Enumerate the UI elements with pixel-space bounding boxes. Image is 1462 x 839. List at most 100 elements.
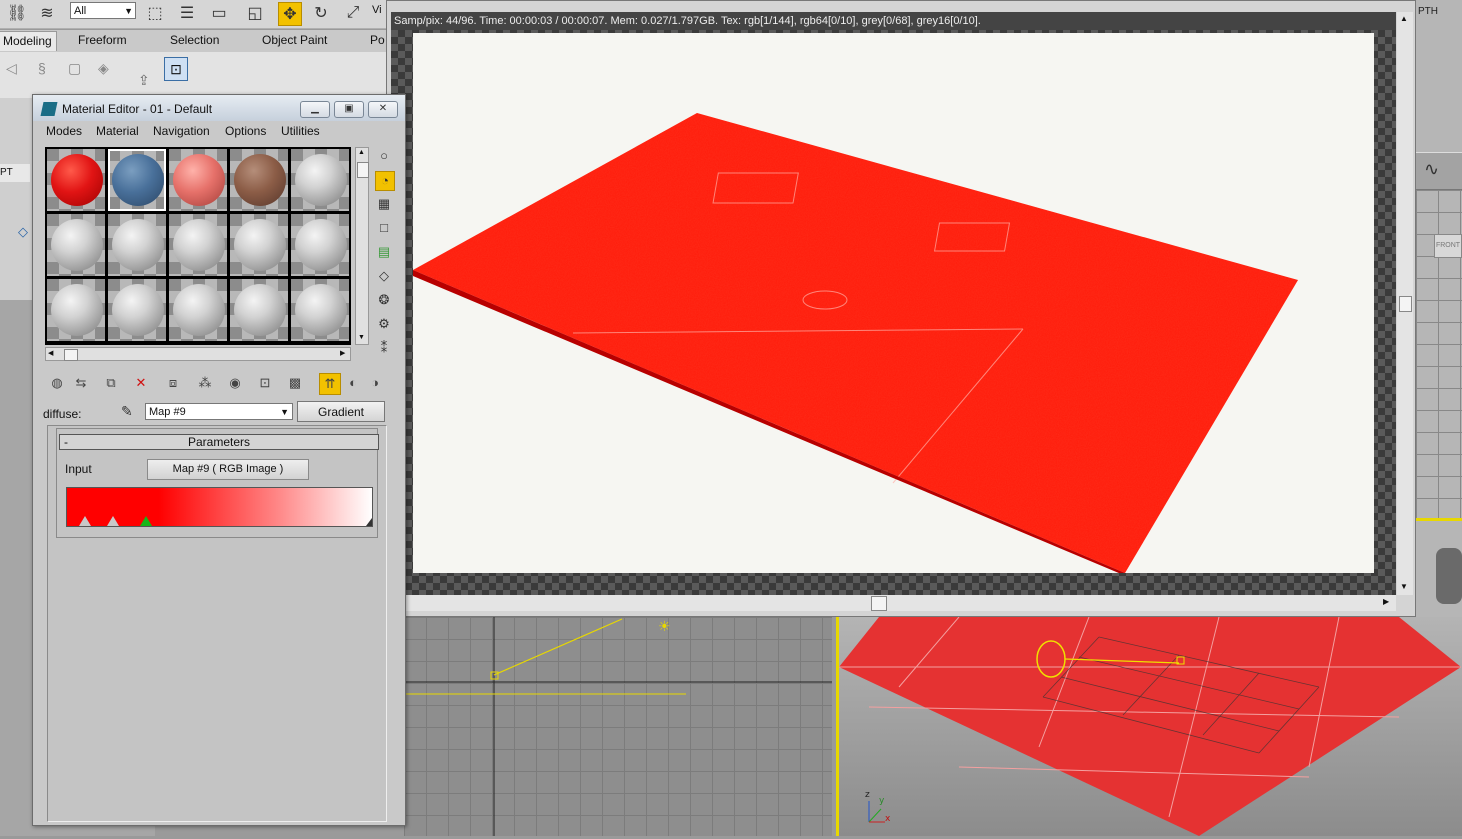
- scroll-down-icon[interactable]: ▼: [1400, 582, 1408, 591]
- gradient-flag[interactable]: [106, 516, 119, 526]
- ribbon-active-tool-icon[interactable]: ⊡: [164, 57, 188, 81]
- scroll-right-icon[interactable]: ▶: [1383, 597, 1389, 606]
- show-shaded-material-icon[interactable]: ▩: [285, 373, 305, 393]
- slots-vertical-scrollbar[interactable]: ▲ ▼: [355, 147, 369, 345]
- material-sample-slot[interactable]: [47, 279, 105, 341]
- window-crossing-icon[interactable]: ◱: [244, 2, 266, 24]
- scroll-up-icon[interactable]: ▲: [358, 149, 365, 156]
- scroll-thumb[interactable]: [64, 349, 78, 361]
- material-sample-slot[interactable]: [169, 214, 227, 276]
- material-sample-slot[interactable]: [47, 149, 105, 211]
- ribbon-tool-icon[interactable]: ◁: [6, 60, 17, 77]
- viewcube[interactable]: FRONT: [1434, 234, 1462, 258]
- material-sample-slot[interactable]: [169, 149, 227, 211]
- rotate-icon[interactable]: ↻: [310, 2, 332, 24]
- material-sample-slot[interactable]: [291, 214, 349, 276]
- ribbon-tool-icon[interactable]: ⇪: [138, 72, 150, 89]
- material-sample-slot[interactable]: [47, 214, 105, 276]
- render-horizontal-scrollbar[interactable]: ▶: [391, 595, 1396, 611]
- material-sample-slot[interactable]: [108, 214, 166, 276]
- tab-freeform[interactable]: Freeform: [78, 33, 127, 47]
- show-end-result-icon[interactable]: ⇈: [319, 373, 341, 395]
- eyedropper-icon[interactable]: ✎: [121, 403, 133, 420]
- video-color-check-icon[interactable]: ▤: [375, 243, 393, 261]
- gradient-flag[interactable]: [79, 516, 92, 526]
- chevron-down-icon[interactable]: ▼: [280, 404, 289, 421]
- material-sample-slot[interactable]: [108, 279, 166, 341]
- assign-to-selection-icon[interactable]: ⧉: [101, 373, 121, 393]
- make-unique-icon[interactable]: ⁂: [195, 373, 215, 393]
- put-to-scene-icon[interactable]: ⇆: [71, 373, 91, 393]
- sample-type-sphere-icon[interactable]: ○: [375, 147, 393, 165]
- backlight-icon[interactable]: ◔: [375, 171, 395, 191]
- link-icon[interactable]: ⛓: [6, 2, 28, 24]
- sample-uv-tiling-icon[interactable]: □: [375, 219, 393, 237]
- viewport-top[interactable]: ☀: [404, 617, 832, 836]
- select-by-material-icon[interactable]: ⚙: [375, 315, 393, 333]
- bind-spacewarp-icon[interactable]: ≋: [36, 2, 58, 24]
- ribbon-tool-icon[interactable]: §: [38, 60, 46, 76]
- layer-icon[interactable]: ◇: [18, 224, 28, 240]
- tab-modeling[interactable]: Modeling: [0, 31, 57, 51]
- rect-selection-icon[interactable]: ▭: [208, 2, 230, 24]
- material-sample-slot[interactable]: [291, 149, 349, 211]
- scroll-thumb[interactable]: [357, 162, 369, 178]
- material-sample-slot[interactable]: [169, 279, 227, 341]
- rollout-toggle[interactable]: -: [64, 435, 68, 449]
- scroll-down-icon[interactable]: ▼: [358, 334, 365, 341]
- get-material-icon[interactable]: ◍: [47, 373, 67, 393]
- ribbon-tool-icon[interactable]: ◈: [98, 60, 109, 77]
- curve-icon[interactable]: ∿: [1424, 159, 1439, 180]
- close-button[interactable]: ✕: [368, 101, 398, 118]
- viewcube-base[interactable]: [1436, 548, 1462, 604]
- render-status-bar: Samp/pix: 44/96. Time: 00:00:03 / 00:00:…: [391, 12, 1396, 30]
- input-map-button[interactable]: Map #9 ( RGB Image ): [147, 459, 309, 480]
- scroll-left-icon[interactable]: ◀: [48, 349, 53, 357]
- render-vertical-scrollbar[interactable]: ▲ ▼: [1397, 12, 1413, 595]
- menu-navigation[interactable]: Navigation: [153, 124, 210, 138]
- ribbon-tool-icon[interactable]: ▢: [68, 60, 81, 77]
- map-name-field[interactable]: Map #9 ▼: [145, 403, 293, 420]
- tab-populate[interactable]: Po: [370, 33, 385, 47]
- gradient-ramp[interactable]: [66, 487, 373, 527]
- tab-selection[interactable]: Selection: [170, 33, 219, 47]
- go-forward-sibling-icon[interactable]: ◑: [365, 373, 385, 393]
- select-by-name-icon[interactable]: ☰: [176, 2, 198, 24]
- menu-material[interactable]: Material: [96, 124, 139, 138]
- menu-options[interactable]: Options: [225, 124, 266, 138]
- scroll-right-icon[interactable]: ▶: [340, 349, 345, 357]
- slots-horizontal-scrollbar[interactable]: ◀ ▶: [45, 347, 351, 361]
- material-sample-slot[interactable]: [108, 149, 166, 211]
- options-icon[interactable]: ❂: [375, 291, 393, 309]
- material-sample-slot[interactable]: [291, 279, 349, 341]
- material-sample-slot[interactable]: [230, 214, 288, 276]
- map-type-button[interactable]: Gradient Texture: [297, 401, 385, 440]
- minimize-button[interactable]: ▁: [300, 101, 330, 118]
- scroll-up-icon[interactable]: ▲: [1400, 14, 1408, 23]
- put-to-library-icon[interactable]: ◉: [225, 373, 245, 393]
- move-icon[interactable]: ✥: [278, 2, 302, 26]
- scroll-thumb[interactable]: [871, 596, 887, 611]
- scale-icon[interactable]: ⤢: [342, 2, 364, 24]
- make-preview-icon[interactable]: ◇: [375, 267, 393, 285]
- material-editor-titlebar[interactable]: Material Editor - 01 - Default ▁ ▣ ✕: [33, 95, 405, 121]
- maximize-button[interactable]: ▣: [334, 101, 364, 118]
- viewport-menu-label[interactable]: Vi: [372, 4, 382, 16]
- go-to-parent-icon[interactable]: ◐: [343, 373, 363, 393]
- menu-modes[interactable]: Modes: [46, 124, 82, 138]
- material-id-channel-icon[interactable]: ⊡: [255, 373, 275, 393]
- scroll-thumb[interactable]: [1399, 296, 1412, 312]
- select-object-icon[interactable]: ⬚: [144, 2, 166, 24]
- tab-object-paint[interactable]: Object Paint: [262, 33, 327, 47]
- reset-map-icon[interactable]: ✕: [131, 373, 151, 393]
- material-sample-slot[interactable]: [230, 279, 288, 341]
- material-map-navigator-icon[interactable]: ⁑: [375, 339, 393, 357]
- background-checker-icon[interactable]: ▦: [375, 195, 393, 213]
- viewport-perspective[interactable]: z y x: [836, 617, 1462, 836]
- material-sample-slot[interactable]: [230, 149, 288, 211]
- parameters-rollout-header[interactable]: - Parameters: [59, 434, 379, 450]
- menu-utilities[interactable]: Utilities: [281, 124, 320, 138]
- selection-filter-dropdown[interactable]: All ▼: [70, 2, 136, 19]
- gradient-flag[interactable]: [140, 516, 153, 526]
- make-copy-icon[interactable]: ⧈: [163, 373, 183, 393]
